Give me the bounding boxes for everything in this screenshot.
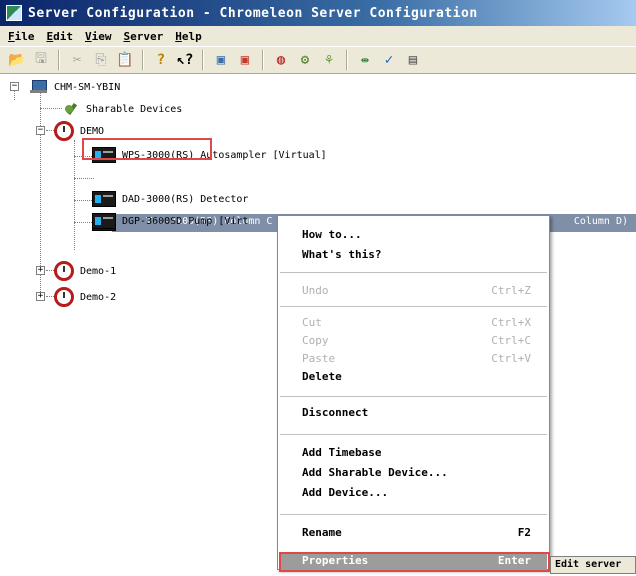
connect-icon[interactable]: ⇹ — [354, 49, 376, 71]
menu-item-delete[interactable]: Delete — [302, 370, 342, 388]
menu-item-add-sharable-device[interactable]: Add Sharable Device... — [302, 466, 448, 484]
timebase-icon[interactable]: ◍ — [270, 49, 292, 71]
timebase-icon — [54, 287, 74, 307]
device-label: DAD-3000(RS) Detector — [122, 193, 249, 205]
device-extra-label: Column D) — [573, 216, 628, 227]
collapse-toggle[interactable]: − — [36, 126, 45, 135]
open-icon[interactable]: 📂 — [6, 49, 28, 71]
toolbar: 📂 🖫 ✂ ⎘ 📋 ? ↖? ▣ ▣ ◍ ⚙ ⚘ ⇹ ✓ ▤ — [0, 46, 636, 74]
toolbar-separator — [202, 50, 204, 70]
menu-item-copy[interactable]: Copy — [302, 334, 329, 352]
computer-icon — [30, 80, 48, 94]
toolbar-separator — [346, 50, 348, 70]
sharable-icon[interactable]: ⚘ — [318, 49, 340, 71]
status-text: Edit server — [555, 559, 622, 570]
menu-file[interactable]: File — [2, 30, 41, 43]
device-icon — [92, 213, 116, 229]
title-bar: Server Configuration - Chromeleon Server… — [0, 0, 636, 26]
save-icon[interactable]: 🖫 — [30, 49, 52, 71]
properties-highlight-box — [279, 552, 550, 572]
tree-node-device[interactable]: DGP-3600SD Pump [Virt — [92, 212, 248, 230]
timebase-demo1-label: Demo-1 — [80, 265, 117, 277]
window-title: Server Configuration - Chromeleon Server… — [28, 5, 478, 21]
tree-node-sharable-devices[interactable]: Sharable Devices — [62, 100, 182, 118]
menu-item-add-timebase[interactable]: Add Timebase — [302, 446, 381, 464]
menu-server[interactable]: Server — [118, 30, 170, 43]
menu-item-undo[interactable]: Undo — [302, 284, 329, 302]
collapse-toggle[interactable]: − — [10, 82, 19, 91]
tree-node-device[interactable]: DAD-3000(RS) Detector — [92, 190, 248, 208]
toolbar-separator — [142, 50, 144, 70]
menu-item-rename[interactable]: Rename — [302, 526, 342, 544]
status-bar: Edit server — [550, 556, 636, 574]
copy-icon[interactable]: ⎘ — [90, 49, 112, 71]
properties-icon[interactable]: ▤ — [402, 49, 424, 71]
tree-line — [74, 222, 94, 223]
toolbar-separator — [262, 50, 264, 70]
toolbar-separator — [58, 50, 60, 70]
server-label: CHM-SM-YBIN — [54, 81, 121, 93]
menu-separator — [280, 434, 547, 435]
help-icon[interactable]: ? — [150, 49, 172, 71]
server-icon[interactable]: ▣ — [210, 49, 232, 71]
whats-this-icon[interactable]: ↖? — [174, 49, 196, 71]
device-label: DGP-3600SD Pump [Virt — [122, 215, 249, 227]
sharable-devices-icon — [62, 101, 80, 117]
selection-highlight-box — [82, 138, 212, 160]
menu-item-disconnect[interactable]: Disconnect — [302, 406, 368, 424]
timebase-icon — [54, 261, 74, 281]
menu-item-cut[interactable]: Cut — [302, 316, 322, 334]
menu-separator — [280, 396, 547, 397]
menu-item-whats-this[interactable]: What's this? — [302, 248, 381, 266]
menu-view[interactable]: View — [79, 30, 118, 43]
timebase-icon — [54, 121, 74, 141]
app-icon — [6, 5, 22, 21]
device-icon — [92, 191, 116, 207]
tree-line — [40, 108, 62, 109]
shortcut-undo: Ctrl+Z — [491, 284, 531, 297]
menu-item-add-device[interactable]: Add Device... — [302, 486, 388, 504]
context-menu: How to... What's this? Undo Ctrl+Z Cut C… — [277, 215, 550, 570]
add-device-icon[interactable]: ⚙ — [294, 49, 316, 71]
menu-item-how-to[interactable]: How to... — [302, 228, 362, 246]
tree-node-timebase-demo2[interactable]: Demo-2 — [54, 286, 116, 308]
tree-node-server[interactable]: CHM-SM-YBIN — [30, 78, 120, 96]
cut-icon[interactable]: ✂ — [66, 49, 88, 71]
menu-edit[interactable]: Edit — [41, 30, 80, 43]
tree-line — [74, 200, 94, 201]
menu-separator — [280, 306, 547, 307]
shortcut-copy: Ctrl+C — [491, 334, 531, 347]
timebase-demo2-label: Demo-2 — [80, 291, 117, 303]
expand-toggle[interactable]: + — [36, 292, 45, 301]
menu-bar: File Edit View Server Help — [0, 26, 636, 46]
server-remove-icon[interactable]: ▣ — [234, 49, 256, 71]
menu-separator — [280, 514, 547, 515]
expand-toggle[interactable]: + — [36, 266, 45, 275]
sharable-devices-label: Sharable Devices — [86, 103, 183, 115]
menu-help[interactable]: Help — [169, 30, 208, 43]
menu-separator — [280, 272, 547, 273]
check-icon[interactable]: ✓ — [378, 49, 400, 71]
shortcut-rename: F2 — [517, 526, 531, 539]
tree-node-timebase-demo1[interactable]: Demo-1 — [54, 260, 116, 282]
timebase-demo-label: DEMO — [80, 125, 105, 137]
menu-item-paste[interactable]: Paste — [302, 352, 335, 370]
paste-icon[interactable]: 📋 — [114, 49, 136, 71]
shortcut-cut: Ctrl+X — [491, 316, 531, 329]
shortcut-paste: Ctrl+V — [491, 352, 531, 365]
tree-line — [74, 178, 94, 179]
